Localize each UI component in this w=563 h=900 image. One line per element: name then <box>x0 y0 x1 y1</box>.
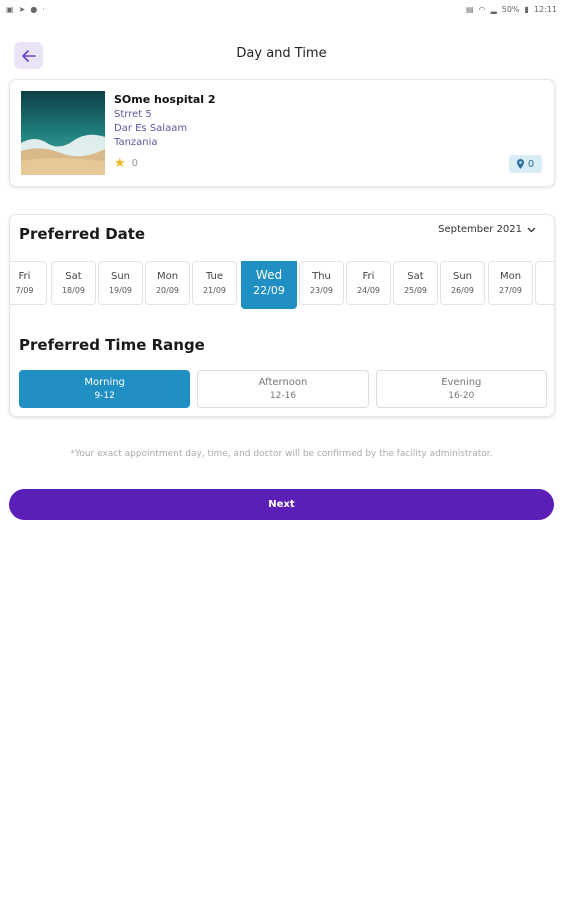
schedule-card: Preferred Date September 2021 Fri 7/09 Sat… <box>9 214 555 417</box>
hospital-street: Strret 5 <box>114 109 152 120</box>
date-option-day: Sun <box>452 271 473 282</box>
date-option-date: 22/09 <box>253 283 285 297</box>
page-title: Day and Time <box>236 46 327 61</box>
status-right-icons: ▤ ◠ ▂ 50% ▮ 12:11 <box>466 6 557 14</box>
date-option-date: 23/09 <box>309 286 334 295</box>
date-option-day: Sun <box>110 271 131 282</box>
date-option-day: Wed <box>255 267 283 282</box>
hospital-name: SOme hospital 2 <box>114 93 216 106</box>
time-range-label: Evening <box>441 377 482 388</box>
clock: 12:11 <box>533 5 557 14</box>
android-icon: ● <box>30 5 38 14</box>
date-option-date: 27/09 <box>498 286 523 295</box>
date-option[interactable]: Thu 23/09 <box>299 261 344 305</box>
time-range-option-afternoon[interactable]: Afternoon 12-16 <box>197 370 369 408</box>
date-option[interactable]: Wed 22/09 <box>241 261 297 309</box>
month-label: September 2021 <box>438 224 522 235</box>
hospital-card[interactable]: SOme hospital 2 Strret 5 Dar Es Salaam T… <box>9 79 555 187</box>
location-badge[interactable]: 0 <box>509 155 542 173</box>
time-range-row: Morning 9-12 Afternoon 12-16 Evening 16-20 <box>19 370 547 408</box>
date-option[interactable]: Sat 25/09 <box>393 261 438 305</box>
send-icon: ➤ <box>18 5 26 14</box>
preferred-date-title: Preferred Date <box>19 225 146 243</box>
dot-icon: · <box>42 5 45 14</box>
date-option-day: Fri <box>362 271 375 282</box>
date-option-date: 26/09 <box>450 286 475 295</box>
time-range-hours: 12-16 <box>269 391 297 401</box>
date-option[interactable]: Fri 7/09 <box>10 261 47 305</box>
month-dropdown[interactable]: September 2021 <box>438 224 536 235</box>
hospital-city: Dar Es Salaam <box>114 123 188 134</box>
date-option[interactable]: 2 <box>535 261 554 305</box>
battery-percent: 50% <box>501 5 520 14</box>
wifi-icon: ◠ <box>478 5 486 14</box>
signal-icon: ▂ <box>490 5 497 14</box>
time-range-option-morning[interactable]: Morning 9-12 <box>19 370 191 408</box>
gallery-icon: ▣ <box>6 5 14 14</box>
time-range-label: Morning <box>84 377 125 388</box>
hospital-country: Tanzania <box>114 137 158 148</box>
date-option-day: Mon <box>156 271 179 282</box>
battery-icon: ▮ <box>524 5 529 14</box>
date-option[interactable]: Mon 20/09 <box>145 261 190 305</box>
date-option[interactable]: Tue 21/09 <box>192 261 237 305</box>
date-option[interactable]: Fri 24/09 <box>346 261 391 305</box>
chevron-down-icon <box>527 227 536 232</box>
date-option-date: 19/09 <box>108 286 133 295</box>
date-option-date: 24/09 <box>356 286 381 295</box>
vibrate-icon: ▤ <box>466 5 474 14</box>
time-range-option-evening[interactable]: Evening 16-20 <box>375 370 547 408</box>
location-count: 0 <box>527 158 535 170</box>
date-option-day: Thu <box>312 271 331 282</box>
date-option-date: 7/09 <box>15 286 34 295</box>
time-range-hours: 16-20 <box>448 391 475 401</box>
date-option-day: Sat <box>65 271 82 282</box>
date-option-day: Sat <box>407 271 424 282</box>
date-strip[interactable]: Fri 7/09 Sat 18/09 Sun 19/09 Mon 20/09 Tue 21/09 W… <box>10 261 554 309</box>
hospital-image <box>21 91 105 175</box>
disclaimer: *Your exact appointment day, time, and d… <box>70 449 493 459</box>
date-option-date: 18/09 <box>61 286 86 295</box>
date-option-day: Fri <box>18 271 31 282</box>
time-range-hours: 9-12 <box>94 391 115 401</box>
status-left-icons: ▣ ➤ ● · <box>6 6 45 14</box>
location-pin-icon <box>516 159 524 169</box>
next-button[interactable]: Next <box>9 489 554 520</box>
date-option[interactable]: Sun 19/09 <box>98 261 143 305</box>
status-bar: ▣ ➤ ● · ▤ ◠ ▂ 50% ▮ 12:11 <box>0 0 563 20</box>
date-option-day: Tue <box>205 271 224 282</box>
rating: ★ 0 <box>114 157 138 170</box>
date-option[interactable]: Sat 18/09 <box>51 261 96 305</box>
preferred-time-title: Preferred Time Range <box>19 336 205 354</box>
date-option-date: 20/09 <box>155 286 180 295</box>
date-option[interactable]: Mon 27/09 <box>488 261 533 305</box>
star-icon: ★ <box>114 156 126 171</box>
date-option-date: 25/09 <box>403 286 428 295</box>
rating-value: 0 <box>131 158 139 169</box>
date-option-date: 21/09 <box>202 286 227 295</box>
date-option-day: Mon <box>499 271 522 282</box>
date-option[interactable]: Sun 26/09 <box>440 261 485 305</box>
time-range-label: Afternoon <box>258 377 308 388</box>
